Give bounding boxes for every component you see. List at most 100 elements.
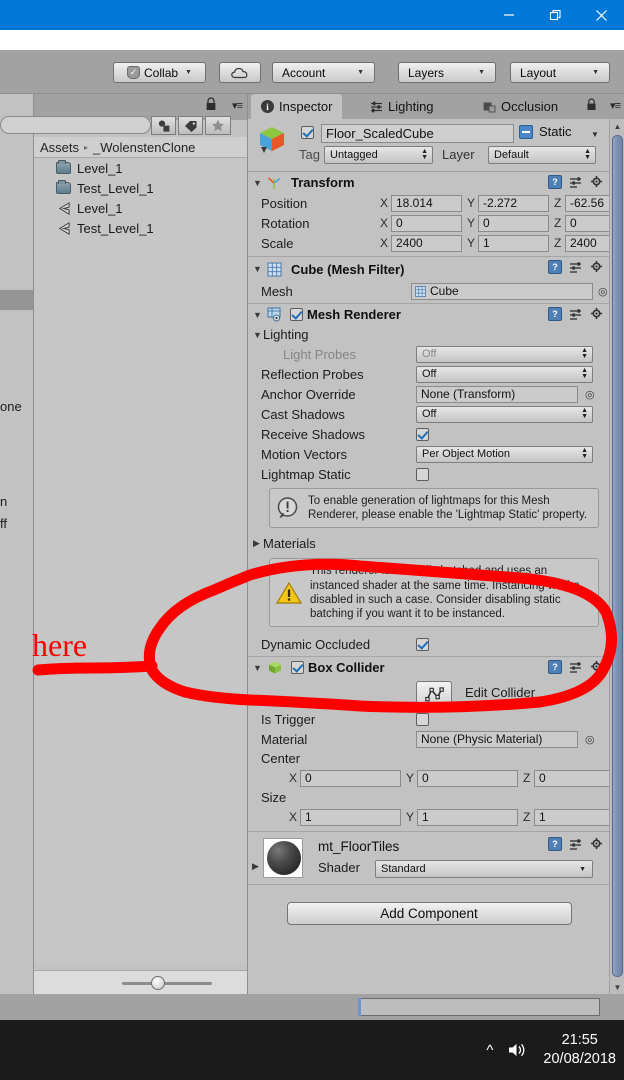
filter-by-type-button[interactable] <box>151 116 176 135</box>
inspector-options-icon[interactable]: ▾≡ <box>610 99 621 112</box>
project-options-icon[interactable]: ▾≡ <box>232 99 243 112</box>
lock-icon[interactable] <box>586 98 597 111</box>
help-icon[interactable]: ? <box>548 660 562 675</box>
preset-icon[interactable] <box>569 176 583 189</box>
transform-header[interactable]: ▼ Transform ? <box>248 172 610 193</box>
hierarchy-panel-sliver[interactable]: one n ff <box>0 94 34 994</box>
tab-occlusion[interactable]: Occlusion <box>473 94 568 119</box>
mesh-renderer-enabled-checkbox[interactable] <box>290 308 303 321</box>
account-button[interactable]: Account ▼ <box>272 62 375 83</box>
slider-handle[interactable] <box>151 976 165 990</box>
gameobject-enabled-checkbox[interactable] <box>301 126 314 139</box>
physic-material-field[interactable]: None (Physic Material) <box>416 730 578 748</box>
add-component-button[interactable]: Add Component <box>286 901 572 925</box>
layer-dropdown[interactable]: Default ▲ ▼ <box>488 146 596 164</box>
dynamic-occluded-checkbox[interactable] <box>416 637 429 651</box>
help-icon[interactable]: ? <box>548 175 562 189</box>
scale-x-input[interactable]: 2400 <box>391 234 462 252</box>
mesh-object-field[interactable]: Cube <box>411 282 593 300</box>
lightmap-static-checkbox[interactable] <box>416 467 429 481</box>
preset-icon[interactable] <box>569 308 583 321</box>
help-icon[interactable]: ? <box>548 260 562 274</box>
layers-button[interactable]: Layers ▼ <box>398 62 496 83</box>
list-item[interactable]: Test_Level_1 <box>34 178 247 198</box>
scroll-up-arrow-icon[interactable]: ▲ <box>610 119 624 133</box>
mesh-filter-header[interactable]: ▼ Cube (Mesh Filter) ? <box>248 257 610 281</box>
static-checkbox[interactable] <box>519 125 533 139</box>
layout-button[interactable]: Layout ▼ <box>510 62 610 83</box>
list-item[interactable]: Level_1 <box>34 158 247 178</box>
foldout-icon[interactable]: ▶ <box>252 861 262 872</box>
center-x-input[interactable]: 0 <box>300 769 401 787</box>
preset-icon[interactable] <box>569 838 583 851</box>
hierarchy-selected-row[interactable] <box>0 290 33 310</box>
mesh-picker-icon[interactable]: ◎ <box>598 285 608 298</box>
volume-icon[interactable] <box>507 1041 529 1059</box>
edit-collider-button[interactable] <box>416 681 452 707</box>
scroll-down-arrow-icon[interactable]: ▼ <box>610 980 624 994</box>
center-z-input[interactable]: 0 <box>534 769 610 787</box>
gear-icon[interactable] <box>590 260 604 274</box>
foldout-icon[interactable]: ▼ <box>253 310 263 320</box>
tab-inspector[interactable]: i Inspector <box>251 94 343 119</box>
receive-shadows-checkbox[interactable] <box>416 427 429 441</box>
lighting-foldout-row[interactable]: ▼ Lighting <box>248 325 610 344</box>
size-z-input[interactable]: 1 <box>534 808 610 826</box>
cloud-button[interactable] <box>219 62 261 83</box>
foldout-icon[interactable]: ▼ <box>253 663 263 673</box>
foldout-icon[interactable]: ▼ <box>253 178 263 188</box>
scrollbar-thumb[interactable] <box>612 135 623 977</box>
static-dropdown-icon[interactable]: ▼ <box>591 130 599 139</box>
list-item[interactable]: Level_1 <box>34 198 247 218</box>
foldout-icon[interactable]: ▶ <box>253 538 263 549</box>
mesh-renderer-header[interactable]: ▼ Mesh Renderer ? <box>248 304 610 325</box>
material-preview[interactable] <box>263 838 303 879</box>
rotation-x-input[interactable]: 0 <box>391 214 462 232</box>
scale-y-input[interactable]: 1 <box>478 234 549 252</box>
inspector-scrollbar[interactable]: ▲ ▼ <box>609 119 624 994</box>
box-collider-enabled-checkbox[interactable] <box>291 661 304 675</box>
anchor-override-field[interactable]: None (Transform) <box>416 385 578 403</box>
size-y-input[interactable]: 1 <box>417 808 518 826</box>
position-x-input[interactable]: 18.014 <box>391 194 462 212</box>
motion-vectors-dropdown[interactable]: Per Object Motion ▲ ▼ <box>416 445 593 463</box>
breadcrumb-root[interactable]: Assets <box>40 140 79 155</box>
lock-icon[interactable] <box>205 97 217 111</box>
shader-dropdown[interactable]: Standard ▼ <box>375 860 593 879</box>
center-y-input[interactable]: 0 <box>417 769 518 787</box>
scale-z-input[interactable]: 2400 <box>565 234 610 252</box>
material-picker-icon[interactable]: ◎ <box>585 733 595 746</box>
position-y-input[interactable]: -2.272 <box>478 194 549 212</box>
help-icon[interactable]: ? <box>548 837 562 852</box>
close-button[interactable] <box>578 0 624 30</box>
tag-dropdown[interactable]: Untagged ▲ ▼ <box>324 146 433 164</box>
rotation-z-input[interactable]: 0 <box>565 214 610 232</box>
size-x-input[interactable]: 1 <box>300 808 401 826</box>
asset-list[interactable]: Level_1 Test_Level_1 Level_1 Test_Level_… <box>34 158 247 964</box>
list-item[interactable]: Test_Level_1 <box>34 218 247 238</box>
project-zoom-slider[interactable] <box>34 970 247 994</box>
rotation-y-input[interactable]: 0 <box>478 214 549 232</box>
preset-icon[interactable] <box>569 661 583 674</box>
is-trigger-checkbox[interactable] <box>416 712 429 726</box>
gear-icon[interactable] <box>590 837 604 851</box>
preset-icon[interactable] <box>569 261 583 274</box>
tab-lighting[interactable]: Lighting <box>360 94 444 119</box>
cast-shadows-dropdown[interactable]: Off ▲ ▼ <box>416 405 593 423</box>
favorites-button[interactable] <box>205 116 231 135</box>
box-collider-header[interactable]: ▼ Box Collider ? <box>248 657 610 678</box>
gear-icon[interactable] <box>590 175 604 189</box>
filter-by-label-button[interactable] <box>178 116 203 135</box>
project-search-input[interactable] <box>0 116 151 134</box>
show-hidden-icons-chevron[interactable]: ^ <box>486 1042 493 1059</box>
gear-icon[interactable] <box>590 660 604 674</box>
foldout-icon[interactable]: ▼ <box>253 264 263 274</box>
collab-button[interactable]: ✓ Collab ▼ <box>113 62 206 83</box>
foldout-icon[interactable]: ▼ <box>253 330 263 340</box>
materials-foldout-row[interactable]: ▶ Materials <box>248 533 610 554</box>
help-icon[interactable]: ? <box>548 307 562 321</box>
position-z-input[interactable]: -62.56 <box>565 194 610 212</box>
status-message-field[interactable] <box>358 998 600 1016</box>
restore-button[interactable] <box>532 0 578 30</box>
breadcrumb-current[interactable]: _WolenstenClone <box>93 140 195 155</box>
